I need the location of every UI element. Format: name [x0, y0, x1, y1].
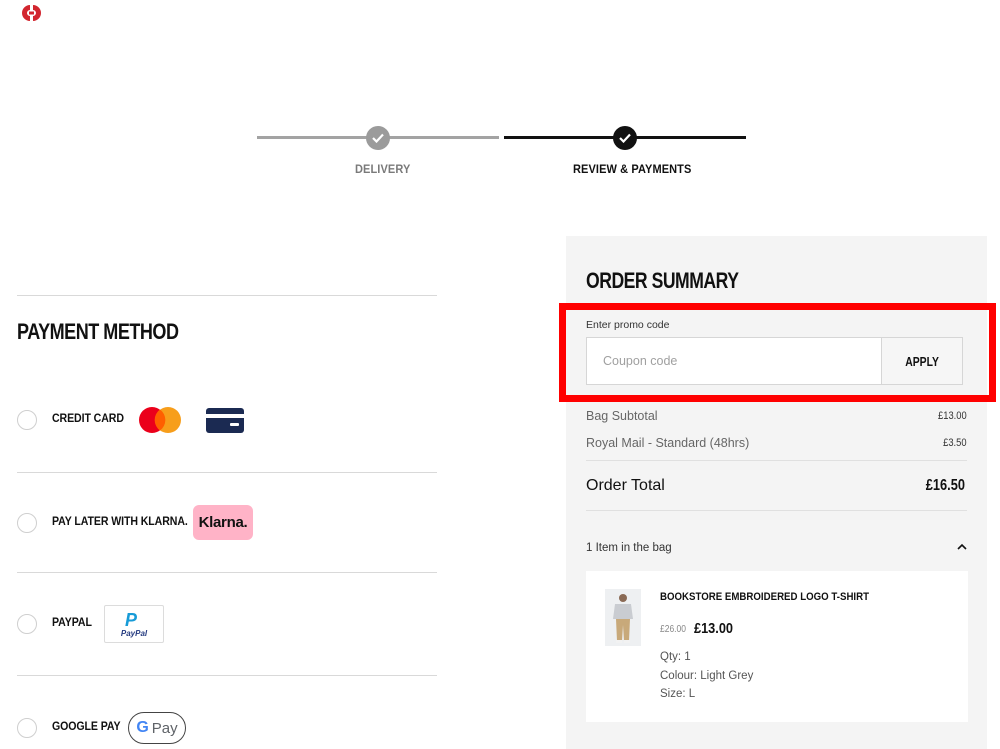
- klarna-logo-icon: Klarna.: [193, 505, 253, 540]
- paypal-wordmark: PayPal: [120, 628, 148, 638]
- order-total-value: £16.50: [925, 477, 965, 494]
- google-pay-logo-icon: G Pay: [128, 712, 186, 744]
- option-label-credit-card[interactable]: CREDIT CARD: [52, 413, 124, 425]
- check-icon: [613, 126, 637, 150]
- option-label-google-pay[interactable]: GOOGLE PAY: [52, 721, 121, 733]
- price-sale: £13.00: [694, 620, 734, 637]
- bag-subtotal-value: £13.00: [938, 410, 967, 422]
- divider: [586, 460, 967, 461]
- divider: [17, 295, 437, 296]
- mastercard-icon: [139, 407, 181, 433]
- divider: [17, 572, 437, 573]
- option-label-paypal[interactable]: PAYPAL: [52, 617, 92, 629]
- radio-klarna[interactable]: [17, 513, 37, 533]
- step-delivery[interactable]: DELIVERY: [355, 164, 410, 177]
- price-original: £26.00: [660, 624, 687, 635]
- paypal-p-glyph: P: [124, 609, 137, 630]
- product-name[interactable]: BOOKSTORE EMBROIDERED LOGO T-SHIRT: [660, 591, 869, 603]
- bag-item-count[interactable]: 1 Item in the bag: [586, 542, 672, 554]
- checkout-progress: DELIVERY REVIEW & PAYMENTS: [0, 0, 1000, 200]
- payment-method-title: PAYMENT METHOD: [17, 319, 179, 344]
- step-review-payments: REVIEW & PAYMENTS: [573, 163, 692, 177]
- shipping-value: £3.50: [943, 437, 967, 449]
- bag-subtotal-label: Bag Subtotal: [586, 409, 658, 423]
- order-summary-title: ORDER SUMMARY: [586, 268, 739, 293]
- radio-google-pay[interactable]: [17, 718, 37, 738]
- order-total-label: Order Total: [586, 477, 665, 494]
- divider: [17, 675, 437, 676]
- divider: [17, 472, 437, 473]
- option-label-klarna[interactable]: PAY LATER WITH KLARNA.: [52, 516, 188, 528]
- promo-code-highlight: [559, 303, 996, 402]
- chevron-up-icon[interactable]: [955, 540, 969, 554]
- check-icon: [366, 126, 390, 150]
- item-colour: Colour: Light Grey: [660, 670, 754, 682]
- credit-card-icon: [206, 408, 244, 433]
- radio-paypal[interactable]: [17, 614, 37, 634]
- product-thumbnail[interactable]: [605, 589, 641, 646]
- divider: [586, 510, 967, 511]
- item-size: Size: L: [660, 688, 696, 700]
- shipping-label: Royal Mail - Standard (48hrs): [586, 436, 750, 450]
- google-g-glyph: G: [136, 719, 149, 736]
- item-qty: Qty: 1: [660, 651, 691, 663]
- google-pay-text: Pay: [151, 719, 178, 737]
- paypal-logo-icon: P PayPal: [104, 605, 164, 643]
- radio-credit-card[interactable]: [17, 410, 37, 430]
